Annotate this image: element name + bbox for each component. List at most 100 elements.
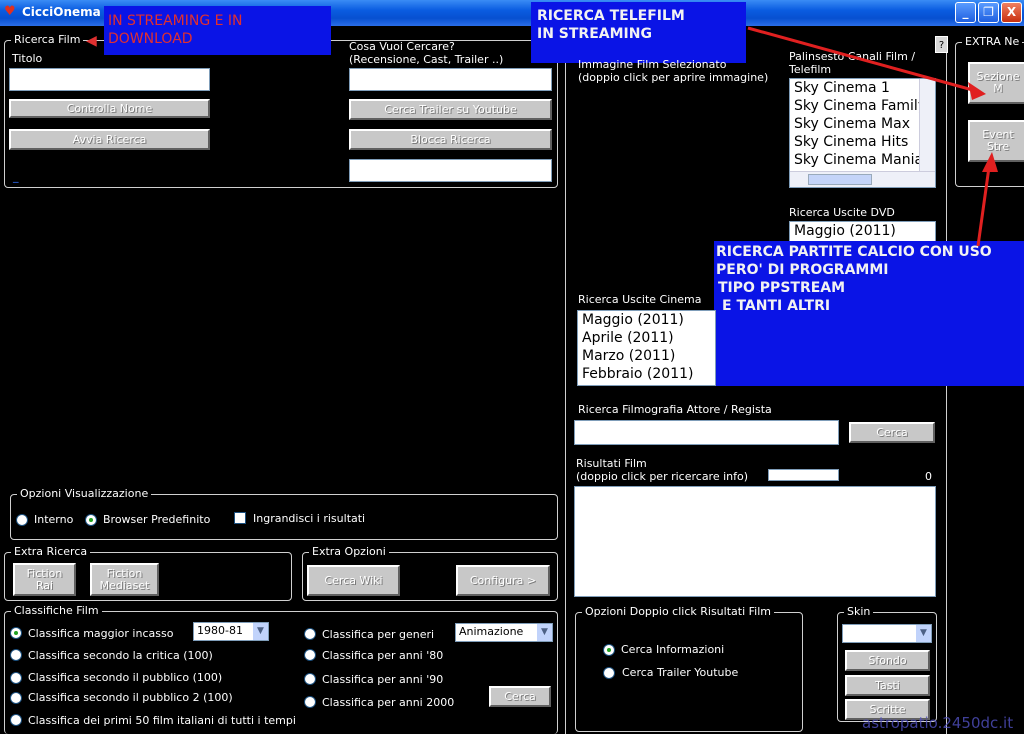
- genere-select[interactable]: Animazione ▼: [455, 623, 553, 642]
- annotation-streaming-download: IN STREAMING E IN DOWNLOAD: [104, 6, 331, 55]
- cosa-label-1: Cosa Vuoi Cercare?: [349, 40, 455, 53]
- ingrandisci-label: Ingrandisci i risultati: [253, 512, 366, 525]
- arrow-line: [747, 26, 981, 94]
- filmografia-cerca-label: Cerca: [876, 425, 908, 439]
- sfondo-button[interactable]: Sfondo: [845, 650, 930, 671]
- anno-select[interactable]: 1980-81 ▼: [193, 622, 269, 641]
- classifica-pubblico2-radio[interactable]: [10, 692, 22, 704]
- classifica-80-label: Classifica per anni '80: [322, 649, 444, 662]
- cerca-wiki-label: Cerca Wiki: [324, 573, 383, 587]
- classifica-90-radio[interactable]: [304, 673, 316, 685]
- tasti-label: Tasti: [875, 678, 900, 692]
- classifica-incasso-label: Classifica maggior incasso: [28, 627, 174, 640]
- configura-button[interactable]: Configura >: [456, 565, 550, 596]
- controlla-nome-button[interactable]: Controlla Nome: [9, 99, 210, 118]
- classifica-incasso-radio[interactable]: [10, 627, 22, 639]
- annotation-calcio: RICERCA PARTITE CALCIO CON USO PERO' DI …: [714, 241, 1024, 386]
- genere-select-value: Animazione: [459, 625, 524, 638]
- classifica-critica-label: Classifica secondo la critica (100): [28, 649, 213, 662]
- filmografia-input[interactable]: [574, 420, 839, 445]
- risultati-list[interactable]: [574, 486, 936, 597]
- heart-icon: ♥: [4, 4, 16, 19]
- annotation-telefilm-line-1: RICERCA TELEFILM: [537, 8, 685, 24]
- tasti-button[interactable]: Tasti: [845, 675, 930, 696]
- classifica-pubblico-radio[interactable]: [10, 672, 22, 684]
- cerca-trailer-button[interactable]: Cerca Trailer su Youtube: [349, 99, 552, 120]
- fiction-mediaset-label-2: Mediaset: [99, 578, 150, 592]
- blocca-ricerca-label: Blocca Ricerca: [410, 132, 491, 146]
- classifica-italiani-radio[interactable]: [10, 714, 22, 726]
- fiction-mediaset-button[interactable]: Fiction Mediaset: [90, 563, 159, 596]
- fiction-rai-button[interactable]: Fiction Rai: [13, 563, 76, 596]
- arrow-head-icon: [968, 82, 986, 100]
- uscite-cinema-list[interactable]: Maggio (2011) Aprile (2011) Marzo (2011)…: [577, 310, 716, 386]
- classifica-generi-label: Classifica per generi: [322, 628, 435, 641]
- classifica-pubblico-label: Classifica secondo il pubblico (100): [28, 671, 223, 684]
- blocca-ricerca-button[interactable]: Blocca Ricerca: [349, 129, 552, 150]
- controlla-nome-label: Controlla Nome: [66, 101, 153, 115]
- fiction-mediaset-label-1: Fiction: [106, 566, 143, 580]
- annotation-arrows: [747, 26, 998, 247]
- filmografia-label: Ricerca Filmografia Attore / Regista: [578, 403, 772, 416]
- classifica-italiani-label: Classifica dei primi 50 film italiani di…: [28, 714, 296, 727]
- opzioni-visualizzazione-legend: Opzioni Visualizzazione: [17, 487, 152, 500]
- classifiche-cerca-label: Cerca: [504, 689, 536, 703]
- chevron-down-icon: ▼: [536, 624, 552, 641]
- configura-label: Configura >: [469, 573, 537, 587]
- cerca-trailer-youtube-label: Cerca Trailer Youtube: [622, 666, 739, 679]
- titolo-label: Titolo: [12, 52, 43, 65]
- cosa-label-2: (Recensione, Cast, Trailer ..): [349, 53, 504, 66]
- classifica-2000-label: Classifica per anni 2000: [322, 696, 455, 709]
- fiction-rai-label-1: Fiction: [26, 566, 63, 580]
- browser-label: Browser Predefinito: [103, 513, 211, 526]
- watermark: astropatio.2450dc.it: [862, 714, 1014, 732]
- cosa-input[interactable]: [349, 68, 552, 91]
- classifica-90-label: Classifica per anni '90: [322, 673, 444, 686]
- chevron-down-icon: ▼: [915, 625, 931, 642]
- cerca-trailer-youtube-radio[interactable]: [603, 667, 615, 679]
- arrow-head-icon: [982, 152, 998, 172]
- immagine-label-1: Immagine Film Selezionato: [578, 58, 727, 71]
- arrow-line: [976, 159, 992, 247]
- cerca-wiki-button[interactable]: Cerca Wiki: [307, 565, 400, 596]
- annotation-streaming-download-text: IN STREAMING E IN DOWNLOAD: [108, 13, 243, 47]
- list-item[interactable]: Maggio (2011): [578, 311, 715, 329]
- interno-radio[interactable]: [16, 514, 28, 526]
- sfondo-label: Sfondo: [868, 653, 907, 667]
- risultati-label-2: (doppio click per ricercare info): [576, 470, 749, 483]
- classifica-critica-radio[interactable]: [10, 649, 22, 661]
- ingrandisci-checkbox[interactable]: [234, 512, 246, 524]
- annotation-telefilm-line-2: IN STREAMING: [537, 26, 652, 42]
- cerca-trailer-label: Cerca Trailer su Youtube: [384, 102, 517, 116]
- cerca-informazioni-label: Cerca Informazioni: [621, 643, 725, 656]
- classifica-80-radio[interactable]: [304, 649, 316, 661]
- risultati-progress-bar: [768, 469, 839, 481]
- classifiche-cerca-button[interactable]: Cerca: [489, 686, 551, 707]
- annotation-calcio-line-4: E TANTI ALTRI: [722, 298, 831, 314]
- interno-label: Interno: [34, 513, 74, 526]
- annotation-calcio-line-2: PERO' DI PROGRAMMI: [716, 262, 889, 278]
- doppio-click-legend: Opzioni Doppio click Risultati Film: [582, 605, 774, 618]
- cerca-informazioni-radio[interactable]: [603, 644, 615, 656]
- classifica-generi-radio[interactable]: [304, 628, 316, 640]
- window-title: CicciOnema: [22, 5, 101, 19]
- list-item[interactable]: Febbraio (2011): [578, 365, 715, 383]
- classifica-2000-radio[interactable]: [304, 696, 316, 708]
- skin-select[interactable]: ▼: [842, 624, 932, 643]
- anno-select-value: 1980-81: [197, 624, 243, 637]
- ricerca-link[interactable]: _: [13, 170, 19, 183]
- annotation-telefilm: RICERCA TELEFILM IN STREAMING: [531, 2, 746, 63]
- risultati-count: 0: [925, 470, 932, 483]
- list-item[interactable]: Aprile (2011): [578, 329, 715, 347]
- skin-legend: Skin: [844, 605, 874, 618]
- list-item[interactable]: Marzo (2011): [578, 347, 715, 365]
- annotation-calcio-line-3: TIPO PPSTREAM: [718, 280, 846, 296]
- column-divider: [565, 40, 566, 734]
- extra-input[interactable]: [349, 159, 552, 182]
- classifica-pubblico2-label: Classifica secondo il pubblico 2 (100): [28, 691, 233, 704]
- titolo-input[interactable]: [9, 68, 210, 91]
- avvia-ricerca-button[interactable]: Avvia Ricerca: [9, 129, 210, 150]
- browser-radio[interactable]: [85, 514, 97, 526]
- filmografia-cerca-button[interactable]: Cerca: [849, 422, 935, 443]
- classifiche-legend: Classifiche Film: [11, 604, 102, 617]
